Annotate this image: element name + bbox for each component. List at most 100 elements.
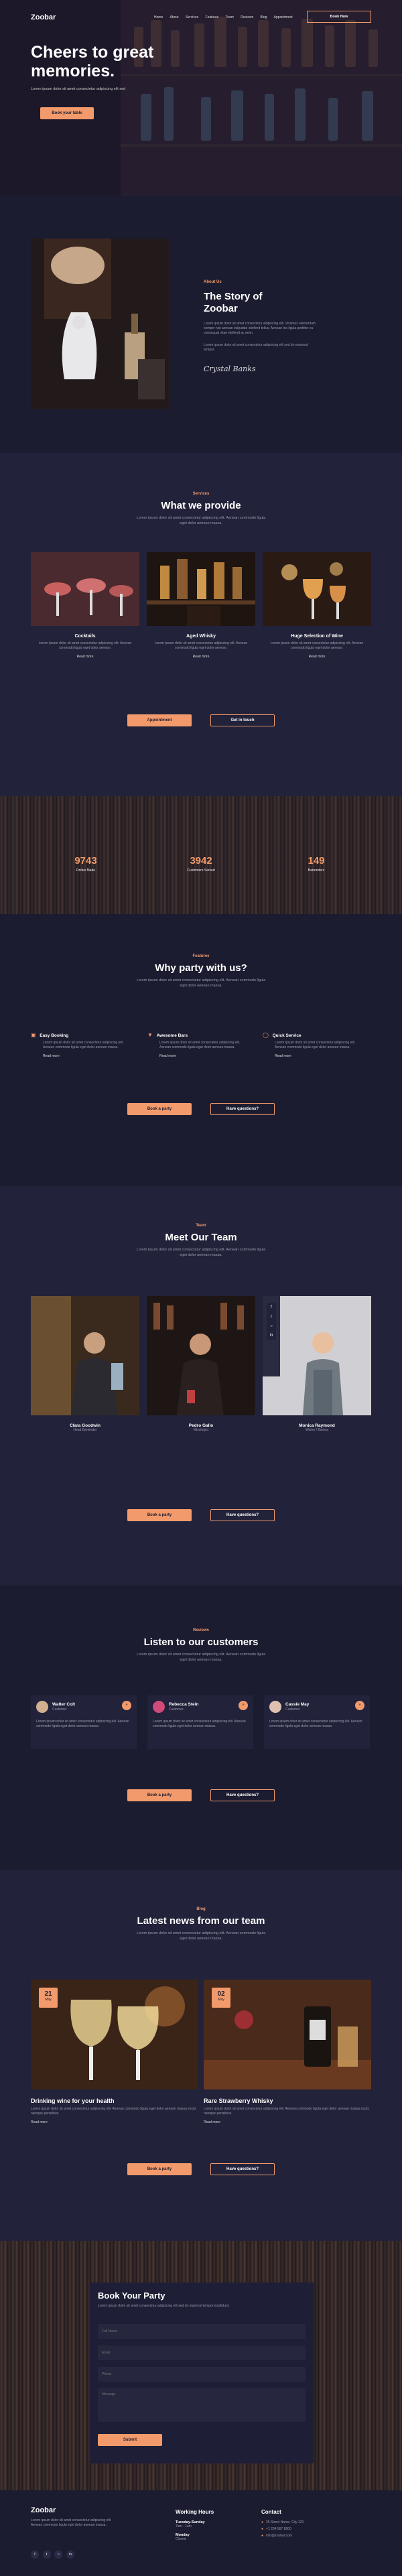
- features-questions-button[interactable]: Have questions?: [210, 1103, 275, 1115]
- team-member-card[interactable]: Pedro Gallo Mixologist: [147, 1296, 255, 1433]
- glass-icon: ▼: [147, 1032, 153, 1038]
- service-card-read-more[interactable]: Read more: [263, 655, 371, 659]
- stat-customers: 3942 Customers Served: [187, 855, 215, 873]
- phone-icon: ●: [261, 2527, 264, 2531]
- clock-icon: ◯: [263, 1032, 269, 1038]
- linkedin-icon[interactable]: in: [66, 2551, 75, 2559]
- calendar-icon: ▣: [31, 1032, 36, 1038]
- booking-section: Book Your Party Lorem ipsum dolor sit am…: [0, 2241, 402, 2490]
- blog-book-button[interactable]: Book a party: [127, 2163, 192, 2175]
- message-field[interactable]: [98, 2388, 306, 2422]
- feature-awesome-bars: ▼ Awesome Bars Lorem ipsum dolor sit ame…: [147, 1032, 248, 1058]
- team-social-bar: f t ○ in: [267, 1303, 276, 1340]
- hero-title: Cheers to great memories.: [31, 43, 154, 80]
- reviews-questions-button[interactable]: Have questions?: [210, 1789, 275, 1801]
- service-card-read-more[interactable]: Read more: [147, 655, 255, 659]
- hero-book-button[interactable]: Book your table: [40, 107, 94, 119]
- twitter-icon[interactable]: t: [267, 1312, 276, 1322]
- features-book-button[interactable]: Book a party: [127, 1103, 192, 1115]
- hero: Zoobar Home About Services Features Team…: [0, 0, 402, 196]
- blog-questions-button[interactable]: Have questions?: [210, 2163, 275, 2175]
- reviews-section: Reviews Listen to our customers Lorem ip…: [0, 1586, 402, 1870]
- nav-book-button[interactable]: Book Now: [307, 11, 371, 23]
- facebook-icon[interactable]: f: [31, 2551, 39, 2559]
- service-card-read-more[interactable]: Read more: [31, 655, 139, 659]
- services-eyebrow: Services: [192, 492, 210, 496]
- feature-read-more[interactable]: Read more: [159, 1054, 248, 1058]
- cocktails-image: [31, 552, 139, 626]
- footer-about: Lorem ipsum dolor sit amet consectetur a…: [31, 2518, 112, 2527]
- instagram-icon[interactable]: ○: [267, 1322, 276, 1331]
- nav-link-features[interactable]: Features: [206, 15, 219, 19]
- features-title: Why party with us?: [155, 962, 247, 974]
- avatar: [36, 1701, 48, 1713]
- submit-button[interactable]: Submit: [98, 2434, 162, 2446]
- phone-field[interactable]: [98, 2367, 306, 2382]
- team-photo: [147, 1296, 255, 1415]
- nav-logo[interactable]: Zoobar: [31, 13, 56, 21]
- blog-read-more[interactable]: Read more: [31, 2120, 198, 2124]
- nav-link-services[interactable]: Services: [186, 15, 198, 19]
- nav-link-home[interactable]: Home: [154, 15, 163, 19]
- wine-image: [263, 552, 371, 626]
- blog-title: Latest news from our team: [137, 1915, 265, 1927]
- blog-eyebrow: Blog: [196, 1907, 206, 1911]
- service-card-cocktails[interactable]: Cocktails Lorem ipsum dolor sit amet con…: [31, 552, 139, 659]
- features-section: Features Why party with us? Lorem ipsum …: [0, 914, 402, 1186]
- reviews-subtitle: Lorem ipsum dolor sit amet consectetur a…: [136, 1653, 266, 1662]
- stat-bartenders: 149 Bartenders: [308, 855, 325, 873]
- story-image: [31, 239, 169, 409]
- feature-easy-booking: ▣ Easy Booking Lorem ipsum dolor sit ame…: [31, 1032, 131, 1058]
- services-section: Services What we provide Lorem ipsum dol…: [0, 453, 402, 796]
- team-title: Meet Our Team: [165, 1232, 237, 1243]
- feature-read-more[interactable]: Read more: [275, 1054, 363, 1058]
- review-card: Cassie May Customer ” Lorem ipsum dolor …: [264, 1695, 370, 1749]
- footer-logo[interactable]: Zoobar: [31, 2506, 56, 2514]
- team-questions-button[interactable]: Have questions?: [210, 1509, 275, 1521]
- service-card-whisky[interactable]: Aged Whisky Lorem ipsum dolor sit amet c…: [147, 552, 255, 659]
- stats-section: 9743 Drinks Made 3942 Customers Served 1…: [0, 796, 402, 914]
- stat-drinks: 9743 Drinks Made: [74, 855, 97, 873]
- nav-link-appointment[interactable]: Appointment: [274, 15, 293, 19]
- contact-info: Contact ● 25 Street Name, City 123 ● +1 23…: [261, 2509, 304, 2538]
- working-hours: Working Hours Tuesday-Sunday 7am - 1am M…: [176, 2509, 214, 2541]
- service-card-text: Lorem ipsum dolor sit amet consectetur a…: [154, 641, 248, 650]
- service-card-wine[interactable]: Huge Selection of Wine Lorem ipsum dolor…: [263, 552, 371, 659]
- team-member-card[interactable]: f t ○ in Monica Raymond Waiter / Barista: [263, 1296, 371, 1433]
- facebook-icon[interactable]: f: [267, 1303, 276, 1312]
- blog-post-card[interactable]: 21 May Drinking wine for your health Lor…: [31, 1980, 198, 2124]
- name-field[interactable]: [98, 2324, 306, 2339]
- story-paragraph-2: Lorem ipsum dolor sit amet consectetur a…: [204, 343, 308, 352]
- twitter-icon[interactable]: t: [42, 2551, 51, 2559]
- blog-read-more[interactable]: Read more: [204, 2120, 371, 2124]
- features-subtitle: Lorem ipsum dolor sit amet consectetur a…: [136, 978, 266, 988]
- team-member-card[interactable]: Clara Goodwin Head Bartender: [31, 1296, 139, 1433]
- service-card-title: Cocktails: [74, 634, 96, 639]
- team-section: Team Meet Our Team Lorem ipsum dolor sit…: [0, 1186, 402, 1586]
- instagram-icon[interactable]: ○: [54, 2551, 63, 2559]
- reviews-title: Listen to our customers: [143, 1636, 259, 1648]
- quote-icon: ”: [355, 1701, 364, 1710]
- blog-section: Blog Latest news from our team Lorem ips…: [0, 1870, 402, 2241]
- feature-read-more[interactable]: Read more: [43, 1054, 131, 1058]
- nav-link-about[interactable]: About: [170, 15, 178, 19]
- team-book-button[interactable]: Book a party: [127, 1509, 192, 1521]
- booking-subtitle: Lorem ipsum dolor sit amet consectetur a…: [98, 2304, 230, 2308]
- nav-link-team[interactable]: Team: [226, 15, 234, 19]
- review-card: Rebecca Stein Customer ” Lorem ipsum dol…: [147, 1695, 253, 1749]
- nav-link-reviews[interactable]: Reviews: [241, 15, 253, 19]
- linkedin-icon[interactable]: in: [267, 1331, 276, 1340]
- nav-link-blog[interactable]: Blog: [260, 15, 267, 19]
- whisky-image: [147, 552, 255, 626]
- services-appointment-button[interactable]: Appointment: [127, 714, 192, 726]
- blog-post-card[interactable]: 02 May Rare Strawberry Whisky Lorem ipsu…: [204, 1980, 371, 2124]
- quote-icon: ”: [239, 1701, 248, 1710]
- review-card: Walter Colt Customer ” Lorem ipsum dolor…: [31, 1695, 137, 1749]
- reviews-book-button[interactable]: Book a party: [127, 1789, 192, 1801]
- service-card-title: Huge Selection of Wine: [291, 634, 343, 639]
- email-field[interactable]: [98, 2345, 306, 2360]
- nav-links: Home About Services Features Team Review…: [154, 15, 293, 19]
- location-icon: ●: [261, 2520, 264, 2524]
- services-contact-button[interactable]: Get in touch: [210, 714, 275, 726]
- team-photo: [31, 1296, 139, 1415]
